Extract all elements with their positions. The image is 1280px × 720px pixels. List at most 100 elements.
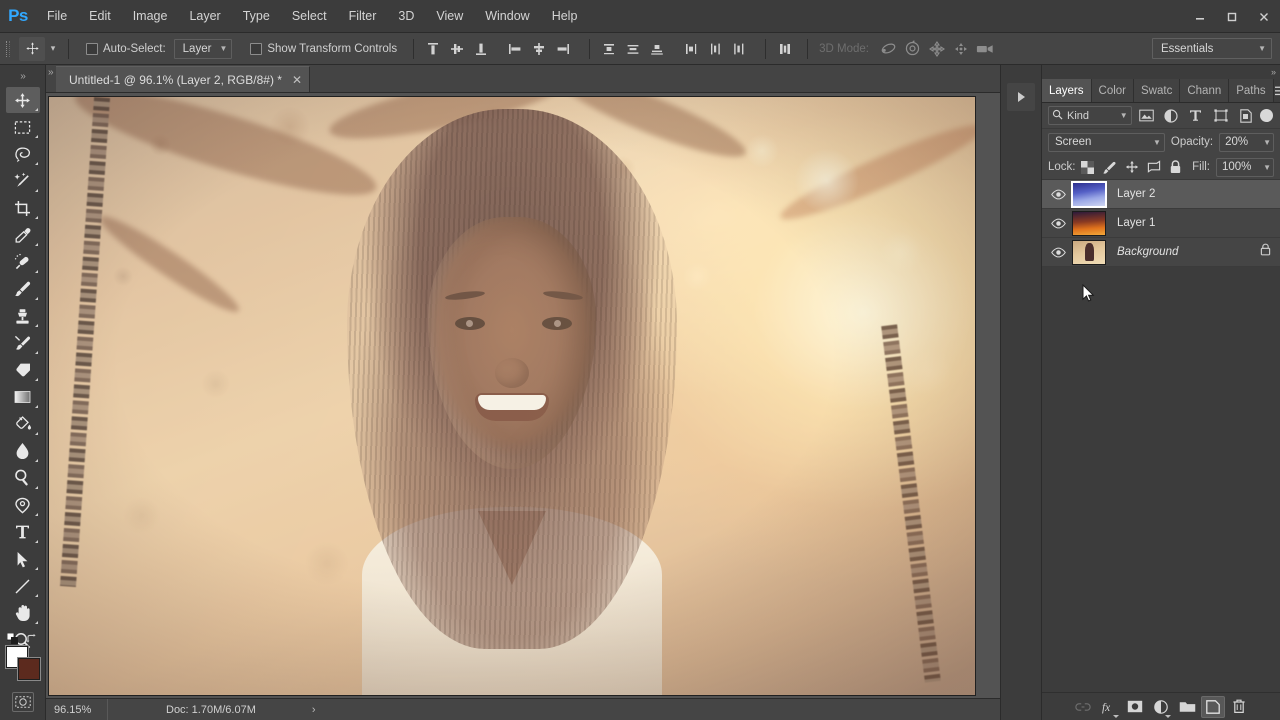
tab-layers[interactable]: Layers: [1042, 79, 1092, 102]
auto-select-checkbox[interactable]: [86, 43, 98, 55]
foreground-background-swatches[interactable]: [6, 646, 40, 680]
new-group-button[interactable]: [1175, 696, 1199, 718]
layer-name[interactable]: Layer 2: [1117, 188, 1155, 200]
menu-type[interactable]: Type: [232, 0, 281, 33]
workspace-selector[interactable]: Essentials ▼: [1152, 38, 1272, 59]
opacity-field[interactable]: 20% ▼: [1219, 133, 1274, 152]
distribute-right-edges-button[interactable]: [727, 37, 751, 61]
dock-collapse-bar[interactable]: »: [1042, 65, 1280, 79]
align-vertical-centers-button[interactable]: [445, 37, 469, 61]
align-top-edges-button[interactable]: [421, 37, 445, 61]
rotate-3d-object-button[interactable]: [877, 37, 901, 61]
distribute-bottom-edges-button[interactable]: [645, 37, 669, 61]
brush-tool[interactable]: [6, 276, 40, 302]
history-brush-tool[interactable]: [6, 330, 40, 356]
delete-layer-button[interactable]: [1227, 696, 1251, 718]
new-adjustment-layer-button[interactable]: [1149, 696, 1173, 718]
lock-position-button[interactable]: [1122, 157, 1142, 177]
crop-tool[interactable]: [6, 195, 40, 221]
show-transform-checkbox[interactable]: [250, 43, 262, 55]
blend-mode-dropdown[interactable]: Screen ▼: [1048, 133, 1165, 152]
menu-3d[interactable]: 3D: [387, 0, 425, 33]
path-selection-tool[interactable]: [6, 546, 40, 572]
layer-name[interactable]: Background: [1117, 246, 1178, 258]
minimize-button[interactable]: [1184, 4, 1216, 30]
layer-visibility-toggle[interactable]: [1046, 218, 1070, 229]
zoom-level-field[interactable]: 96.15%: [46, 699, 108, 720]
link-layers-button[interactable]: [1071, 696, 1095, 718]
add-layer-mask-button[interactable]: [1123, 696, 1147, 718]
layer-thumbnail[interactable]: [1072, 182, 1106, 207]
distribute-horizontal-centers-button[interactable]: [703, 37, 727, 61]
tab-color[interactable]: Color: [1092, 79, 1134, 102]
magic-wand-tool[interactable]: [6, 168, 40, 194]
layer-filter-toggle[interactable]: [1260, 109, 1273, 122]
menu-edit[interactable]: Edit: [78, 0, 122, 33]
move-tool-icon[interactable]: [19, 37, 45, 61]
menu-filter[interactable]: Filter: [338, 0, 388, 33]
fill-field[interactable]: 100% ▼: [1216, 158, 1274, 177]
options-bar-grip[interactable]: [4, 38, 13, 60]
lock-all-button[interactable]: [1166, 157, 1186, 177]
menu-image[interactable]: Image: [122, 0, 179, 33]
lock-transparent-pixels-button[interactable]: [1078, 157, 1098, 177]
menu-select[interactable]: Select: [281, 0, 338, 33]
tool-preset-chevron-down-icon[interactable]: ▾: [45, 37, 61, 61]
table-row[interactable]: Background: [1042, 238, 1280, 267]
scale-3d-object-button[interactable]: [973, 37, 997, 61]
close-button[interactable]: [1248, 4, 1280, 30]
lasso-tool[interactable]: [6, 141, 40, 167]
clone-stamp-tool[interactable]: [6, 303, 40, 329]
line-tool[interactable]: [6, 573, 40, 599]
type-tool[interactable]: [6, 519, 40, 545]
align-right-edges-button[interactable]: [551, 37, 575, 61]
auto-select-target-dropdown[interactable]: Layer ▼: [174, 39, 233, 59]
tab-channels[interactable]: Chann: [1180, 79, 1229, 102]
layer-name[interactable]: Layer 1: [1117, 217, 1155, 229]
distribute-left-edges-button[interactable]: [679, 37, 703, 61]
menu-window[interactable]: Window: [474, 0, 540, 33]
menu-help[interactable]: Help: [541, 0, 589, 33]
pixel-layers-filter-icon[interactable]: [1136, 106, 1157, 125]
adjustment-layers-filter-icon[interactable]: [1161, 106, 1182, 125]
quick-mask-button[interactable]: [12, 692, 34, 712]
close-icon[interactable]: ✕: [292, 74, 302, 86]
layer-thumbnail[interactable]: [1072, 211, 1106, 236]
background-color-swatch[interactable]: [18, 658, 40, 680]
table-row[interactable]: Layer 1: [1042, 209, 1280, 238]
align-left-edges-button[interactable]: [503, 37, 527, 61]
roll-3d-object-button[interactable]: [901, 37, 925, 61]
slide-3d-object-button[interactable]: [949, 37, 973, 61]
smart-object-filter-icon[interactable]: [1235, 106, 1256, 125]
eraser-tool[interactable]: [6, 357, 40, 383]
document-tab[interactable]: Untitled-1 @ 96.1% (Layer 2, RGB/8#) * ✕: [56, 66, 310, 92]
layer-visibility-toggle[interactable]: [1046, 189, 1070, 200]
document-canvas[interactable]: [48, 96, 976, 696]
canvas-area[interactable]: [46, 93, 1042, 720]
hand-tool[interactable]: [6, 600, 40, 626]
align-bottom-edges-button[interactable]: [469, 37, 493, 61]
gradient-tool[interactable]: [6, 384, 40, 410]
expand-panel-arrow-icon[interactable]: [1007, 83, 1035, 111]
add-layer-style-button[interactable]: fx: [1097, 696, 1121, 718]
dock-collapse-icon[interactable]: »: [1271, 67, 1275, 77]
tabstrip-collapse-icon[interactable]: [46, 64, 56, 92]
dodge-tool[interactable]: [6, 465, 40, 491]
table-row[interactable]: Layer 2: [1042, 180, 1280, 209]
lock-image-pixels-button[interactable]: [1100, 157, 1120, 177]
menu-file[interactable]: File: [36, 0, 78, 33]
lock-artboard-button[interactable]: [1144, 157, 1164, 177]
shape-layers-filter-icon[interactable]: [1210, 106, 1231, 125]
move-tool[interactable]: [6, 87, 40, 113]
tab-swatches[interactable]: Swatc: [1134, 79, 1180, 102]
menu-view[interactable]: View: [425, 0, 474, 33]
blur-tool[interactable]: [6, 438, 40, 464]
distribute-top-edges-button[interactable]: [597, 37, 621, 61]
auto-align-layers-button[interactable]: [773, 37, 797, 61]
new-layer-button[interactable]: [1201, 696, 1225, 718]
type-layers-filter-icon[interactable]: [1185, 106, 1206, 125]
align-horizontal-centers-button[interactable]: [527, 37, 551, 61]
paint-bucket-tool[interactable]: [6, 411, 40, 437]
menu-layer[interactable]: Layer: [178, 0, 231, 33]
pan-3d-object-button[interactable]: [925, 37, 949, 61]
